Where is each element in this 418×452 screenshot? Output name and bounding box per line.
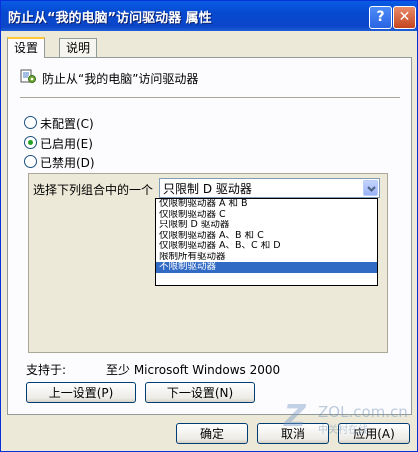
policy-icon	[20, 69, 36, 83]
support-value: 至少 Microsoft Windows 2000	[106, 363, 281, 377]
chevron-down-icon[interactable]	[363, 180, 378, 196]
dropdown-option[interactable]: 只限制 D 驱动器	[156, 220, 377, 231]
drive-select[interactable]: 只限制 D 驱动器	[159, 178, 380, 198]
drive-select-value: 只限制 D 驱动器	[163, 182, 252, 196]
radio-label: 已启用(E)	[40, 137, 93, 151]
dropdown-option[interactable]: 不限制驱动器	[156, 262, 377, 273]
window-title: 防止从“我的电脑”访问驱动器 属性	[8, 11, 212, 26]
properties-dialog: 防止从“我的电脑”访问驱动器 属性 ? ✕ 设置 说明 防止从“我的电脑”访问驱…	[0, 0, 418, 452]
policy-title: 防止从“我的电脑”访问驱动器	[42, 72, 199, 86]
title-bar[interactable]: 防止从“我的电脑”访问驱动器 属性 ? ✕	[1, 1, 417, 31]
divider	[20, 97, 400, 98]
dropdown-option[interactable]: 限制所有驱动器	[156, 252, 377, 263]
radio-checked-icon	[24, 136, 37, 149]
help-button[interactable]: ?	[369, 6, 392, 29]
dropdown-option[interactable]: 仅限制驱动器 A、B、C 和 D	[156, 241, 377, 252]
support-label: 支持于:	[26, 363, 67, 377]
tab-settings[interactable]: 设置	[7, 37, 46, 58]
dropdown-option[interactable]: 仅限制驱动器 A、B 和 C	[156, 231, 377, 242]
prev-setting-button[interactable]: 上一设置(P)	[26, 382, 136, 403]
close-button[interactable]: ✕	[393, 6, 416, 29]
apply-button[interactable]: 应用(A)	[338, 423, 410, 444]
dropdown-option[interactable]: 仅限制驱动器 C	[156, 210, 377, 221]
dropdown-option[interactable]: 仅限制驱动器 A 和 B	[156, 199, 377, 210]
radio-circle-icon	[24, 155, 37, 168]
ok-button[interactable]: 确定	[176, 423, 248, 444]
combo-label: 选择下列组合中的一个	[33, 183, 154, 197]
drive-dropdown-list[interactable]: 仅限制驱动器 A 和 B 仅限制驱动器 C 只限制 D 驱动器 仅限制驱动器 A…	[155, 198, 378, 286]
next-setting-button[interactable]: 下一设置(N)	[145, 382, 255, 403]
tab-explain[interactable]: 说明	[59, 38, 98, 57]
radio-label: 已禁用(D)	[40, 156, 95, 170]
cancel-button[interactable]: 取消	[257, 423, 329, 444]
radio-circle-icon	[24, 116, 37, 129]
radio-label: 未配置(C)	[40, 117, 94, 131]
